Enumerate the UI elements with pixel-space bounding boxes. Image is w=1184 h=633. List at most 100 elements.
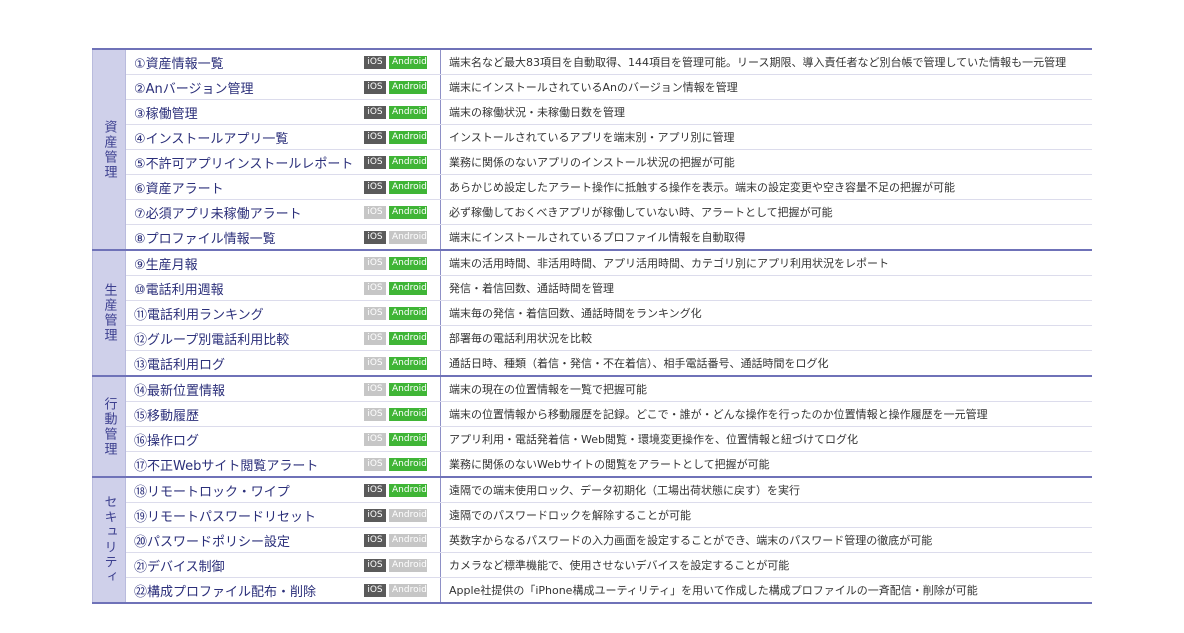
feature-description: 遠隔での端末使用ロック、データ初期化（工場出荷状態に戻す）を実行 bbox=[440, 478, 1092, 502]
feature-name: ⑨生産月報 bbox=[134, 257, 198, 273]
android-badge: Android bbox=[389, 105, 427, 119]
platform-badges: iOS Android bbox=[364, 351, 440, 375]
table-row: ⑳パスワードポリシー設定 iOS Android 英数字からなるパスワードの入力画面を… bbox=[126, 528, 1092, 553]
feature-name: ②Anバージョン管理 bbox=[134, 81, 254, 97]
feature-name: ⑦必須アプリ未稼働アラート bbox=[134, 206, 302, 222]
platform-badges: iOS Android bbox=[364, 503, 440, 527]
platform-badges: iOS Android bbox=[364, 528, 440, 552]
feature-description: アプリ利用・電話発着信・Web閲覧・環境変更操作を、位置情報と紐づけてログ化 bbox=[440, 427, 1092, 451]
platform-badges: iOS Android bbox=[364, 125, 440, 149]
table-row: ㉑デバイス制御 iOS Android カメラなど標準機能で、使用させないデバイスを設… bbox=[126, 553, 1092, 578]
feature-description: 必ず稼働しておくべきアプリが稼働していない時、アラートとして把握が可能 bbox=[440, 200, 1092, 224]
feature-description: Apple社提供の「iPhone構成ユーティリティ」を用いて作成した構成プロファ… bbox=[440, 578, 1092, 602]
platform-badges: iOS Android bbox=[364, 100, 440, 124]
android-badge: Android bbox=[389, 457, 427, 471]
ios-badge: iOS bbox=[364, 205, 386, 219]
ios-badge: iOS bbox=[364, 331, 386, 345]
ios-badge: iOS bbox=[364, 105, 386, 119]
category-cell: セキュリティ bbox=[92, 478, 126, 602]
platform-badges: iOS Android bbox=[364, 175, 440, 199]
table-row: ⑲リモートパスワードリセット iOS Android 遠隔でのパスワードロックを解除す… bbox=[126, 503, 1092, 528]
category-group: 生産管理 ⑨生産月報 iOS Android 端末の活用時間、非活用時間、アプリ活用時間… bbox=[92, 251, 1092, 377]
platform-badges: iOS Android bbox=[364, 276, 440, 300]
feature-description: 端末名など最大83項目を自動取得、144項目を管理可能。リース期限、導入責任者な… bbox=[440, 50, 1092, 74]
feature-description: 端末の位置情報から移動履歴を記録。どこで・誰が・どんな操作を行ったのか位置情報と… bbox=[440, 402, 1092, 426]
feature-name: ⑳パスワードポリシー設定 bbox=[134, 534, 291, 550]
feature-description: 端末にインストールされているプロファイル情報を自動取得 bbox=[440, 225, 1092, 249]
feature-name: ⑬電話利用ログ bbox=[134, 357, 226, 373]
table-row: ⑦必須アプリ未稼働アラート iOS Android 必ず稼働しておくべきアプリが稼働し… bbox=[126, 200, 1092, 225]
feature-description: あらかじめ設定したアラート操作に抵触する操作を表示。端末の設定変更や空き容量不足… bbox=[440, 175, 1092, 199]
table-row: ⑭最新位置情報 iOS Android 端末の現在の位置情報を一覧で把握可能 bbox=[126, 377, 1092, 402]
table-row: ⑬電話利用ログ iOS Android 通話日時、種類（着信・発信・不在着信）、相手電… bbox=[126, 351, 1092, 375]
android-badge: Android bbox=[389, 356, 427, 370]
platform-badges: iOS Android bbox=[364, 427, 440, 451]
android-badge: Android bbox=[389, 281, 427, 295]
table-row: ⑩電話利用週報 iOS Android 発信・着信回数、通話時間を管理 bbox=[126, 276, 1092, 301]
platform-badges: iOS Android bbox=[364, 251, 440, 275]
ios-badge: iOS bbox=[364, 281, 386, 295]
feature-description: 通話日時、種類（着信・発信・不在着信）、相手電話番号、通話時間をログ化 bbox=[440, 351, 1092, 375]
table-row: ②Anバージョン管理 iOS Android 端末にインストールされているAnのバージ… bbox=[126, 75, 1092, 100]
category-label: セキュリティ bbox=[101, 495, 117, 585]
category-group: 資産管理 ①資産情報一覧 iOS Android 端末名など最大83項目を自動取得、14… bbox=[92, 48, 1092, 251]
android-badge: Android bbox=[389, 256, 427, 270]
feature-name: ⑮移動履歴 bbox=[134, 408, 200, 424]
table-row: ⑨生産月報 iOS Android 端末の活用時間、非活用時間、アプリ活用時間、カテゴ… bbox=[126, 251, 1092, 276]
ios-badge: iOS bbox=[364, 180, 386, 194]
ios-badge: iOS bbox=[364, 256, 386, 270]
feature-description: 端末の活用時間、非活用時間、アプリ活用時間、カテゴリ別にアプリ利用状況をレポート bbox=[440, 251, 1092, 275]
ios-badge: iOS bbox=[364, 558, 386, 572]
feature-name: ⑥資産アラート bbox=[134, 181, 224, 197]
ios-badge: iOS bbox=[364, 382, 386, 396]
feature-description: 部署毎の電話利用状況を比較 bbox=[440, 326, 1092, 350]
android-badge: Android bbox=[389, 407, 427, 421]
category-cell: 生産管理 bbox=[92, 251, 126, 375]
feature-description: 業務に関係のないWebサイトの閲覧をアラートとして把握が可能 bbox=[440, 452, 1092, 476]
feature-description: インストールされているアプリを端末別・アプリ別に管理 bbox=[440, 125, 1092, 149]
ios-badge: iOS bbox=[364, 55, 386, 69]
feature-description: 端末にインストールされているAnのバージョン情報を管理 bbox=[440, 75, 1092, 99]
feature-name: ㉒構成プロファイル配布・削除 bbox=[134, 584, 317, 600]
ios-badge: iOS bbox=[364, 230, 386, 244]
feature-name: ⑰不正Webサイト閲覧アラート bbox=[134, 458, 319, 474]
android-badge: Android bbox=[389, 558, 427, 572]
category-cell: 行動管理 bbox=[92, 377, 126, 476]
platform-badges: iOS Android bbox=[364, 75, 440, 99]
feature-name: ⑱リモートロック・ワイプ bbox=[134, 484, 290, 500]
feature-name: ⑧プロファイル情報一覧 bbox=[134, 231, 276, 247]
feature-description: カメラなど標準機能で、使用させないデバイスを設定することが可能 bbox=[440, 553, 1092, 577]
platform-badges: iOS Android bbox=[364, 452, 440, 476]
ios-badge: iOS bbox=[364, 80, 386, 94]
android-badge: Android bbox=[389, 230, 427, 244]
feature-name: ⑭最新位置情報 bbox=[134, 383, 226, 399]
category-label: 生産管理 bbox=[101, 283, 117, 343]
feature-description: 業務に関係のないアプリのインストール状況の把握が可能 bbox=[440, 150, 1092, 174]
table-row: ⑯操作ログ iOS Android アプリ利用・電話発着信・Web閲覧・環境変更操作を… bbox=[126, 427, 1092, 452]
android-badge: Android bbox=[389, 205, 427, 219]
feature-name: ⑯操作ログ bbox=[134, 433, 200, 449]
feature-name: ⑫グループ別電話利用比較 bbox=[134, 332, 290, 348]
platform-badges: iOS Android bbox=[364, 377, 440, 401]
ios-badge: iOS bbox=[364, 457, 386, 471]
feature-description: 端末毎の発信・着信回数、通話時間をランキング化 bbox=[440, 301, 1092, 325]
feature-table: 資産管理 ①資産情報一覧 iOS Android 端末名など最大83項目を自動取得、14… bbox=[92, 48, 1092, 604]
feature-name: ④インストールアプリ一覧 bbox=[134, 131, 289, 147]
ios-badge: iOS bbox=[364, 130, 386, 144]
ios-badge: iOS bbox=[364, 356, 386, 370]
table-row: ⑧プロファイル情報一覧 iOS Android 端末にインストールされているプロファイ… bbox=[126, 225, 1092, 249]
platform-badges: iOS Android bbox=[364, 478, 440, 502]
ios-badge: iOS bbox=[364, 583, 386, 597]
platform-badges: iOS Android bbox=[364, 402, 440, 426]
platform-badges: iOS Android bbox=[364, 301, 440, 325]
feature-description: 遠隔でのパスワードロックを解除することが可能 bbox=[440, 503, 1092, 527]
platform-badges: iOS Android bbox=[364, 150, 440, 174]
feature-name: ①資産情報一覧 bbox=[134, 56, 224, 72]
feature-name: ⑤不許可アプリインストールレポート bbox=[134, 156, 354, 172]
android-badge: Android bbox=[389, 306, 427, 320]
table-row: ㉒構成プロファイル配布・削除 iOS Android Apple社提供の「iPhone… bbox=[126, 578, 1092, 602]
platform-badges: iOS Android bbox=[364, 553, 440, 577]
table-row: ⑤不許可アプリインストールレポート iOS Android 業務に関係のないアプリのイ… bbox=[126, 150, 1092, 175]
table-row: ③稼働管理 iOS Android 端末の稼働状況・未稼働日数を管理 bbox=[126, 100, 1092, 125]
android-badge: Android bbox=[389, 382, 427, 396]
